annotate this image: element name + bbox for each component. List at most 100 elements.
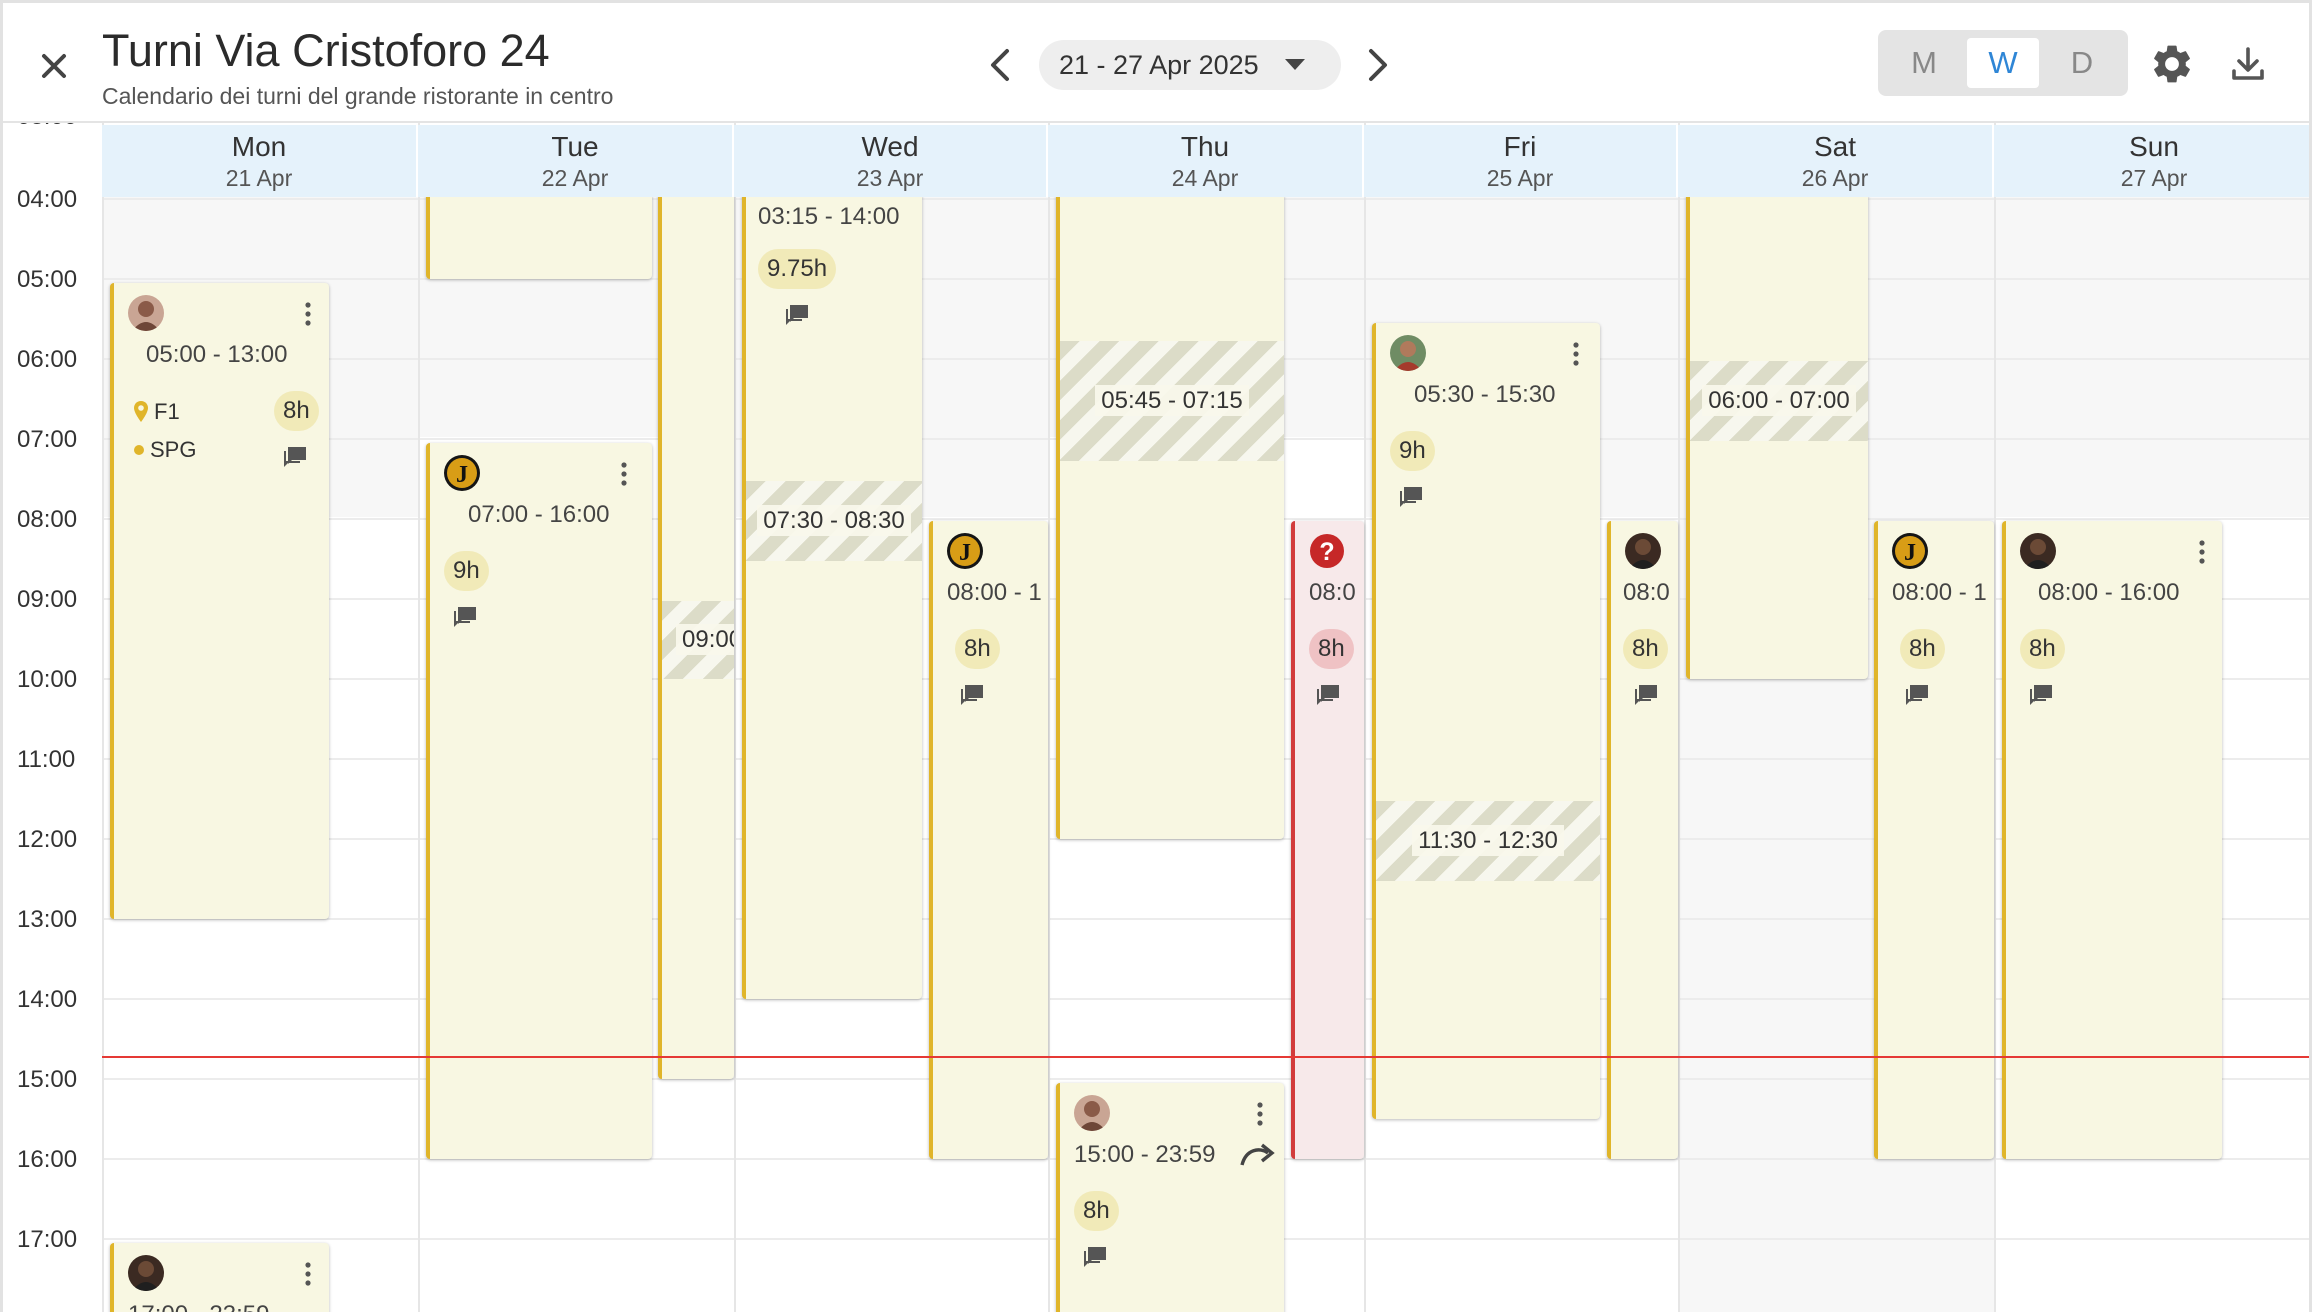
shift-card[interactable]: 15:00 - 23:59 8h [1056, 1083, 1284, 1312]
page-title: Turni Via Cristoforo 24 [102, 25, 550, 76]
break-block: 06:00 - 07:00 [1690, 361, 1868, 441]
comment-icon[interactable] [784, 301, 812, 327]
shift-time: 05:30 - 15:30 [1414, 381, 1556, 408]
hours-badge: 8h [2020, 629, 2065, 669]
hours-badge: 9.75h [758, 249, 837, 289]
shift-time: 08:0 [1309, 579, 1356, 606]
repeat-arrow-icon [1240, 1143, 1275, 1166]
day-date: 26 Apr [1801, 165, 1869, 191]
comment-icon[interactable] [2028, 681, 2056, 707]
comment-icon[interactable] [452, 603, 480, 629]
comment-icon[interactable] [1633, 681, 1661, 707]
time-label: 15:00 [17, 1066, 78, 1093]
hours-badge: 8h [1309, 629, 1354, 669]
shift-card[interactable]: 08:0 8h [1607, 521, 1678, 1159]
day-name: Mon [231, 131, 287, 162]
hours-badge: 9h [444, 551, 489, 591]
shift-time: 05:00 - 13:00 [146, 341, 288, 368]
kebab-icon[interactable] [614, 459, 634, 489]
shift-card[interactable] [1056, 193, 1284, 839]
avatar [128, 295, 164, 331]
shift-location: F1 [154, 399, 180, 424]
shift-card[interactable]: J 08:00 - 1 8h [1874, 521, 1994, 1159]
day-header-sat[interactable]: Sat 26 Apr [1678, 125, 1994, 197]
shift-time: 17:00 - 23:59 [128, 1301, 269, 1312]
time-label: 11:00 [17, 746, 76, 773]
comment-icon[interactable] [282, 443, 310, 469]
comment-icon[interactable] [1904, 681, 1932, 707]
hours-badge: 8h [955, 629, 1000, 669]
break-block: 09:00 [662, 601, 734, 679]
tag-dot [134, 445, 144, 455]
avatar [1625, 533, 1661, 569]
settings-icon[interactable] [2149, 41, 2195, 87]
day-header-thu[interactable]: Thu 24 Apr [1048, 125, 1364, 197]
break-block: 07:30 - 08:30 [746, 481, 922, 561]
day-header-wed[interactable]: Wed 23 Apr [734, 125, 1048, 197]
day-header-tue[interactable]: Tue 22 Apr [418, 125, 734, 197]
page-subtitle: Calendario dei turni del grande ristoran… [102, 83, 614, 109]
shift-card[interactable]: 03:15 - 14:00 9.75h [742, 193, 922, 999]
hours-badge: 8h [274, 391, 319, 431]
comment-icon[interactable] [959, 681, 987, 707]
shift-tag: SPG [150, 437, 197, 462]
shift-card[interactable]: 05:00 - 13:00 F1 SPG 8h [110, 283, 329, 919]
kebab-icon[interactable] [298, 299, 318, 329]
shift-card[interactable]: 08:00 - 16:00 8h [2002, 521, 2222, 1159]
time-label: 13:00 [17, 906, 78, 933]
time-label: 05:00 [17, 266, 78, 293]
shift-card[interactable]: J 08:00 - 1 8h [929, 521, 1048, 1159]
shift-time: 08:0 [1623, 579, 1670, 606]
view-week-button[interactable]: W [1967, 38, 2039, 88]
shift-card[interactable]: 05:30 - 15:30 9h [1372, 323, 1600, 1119]
time-label: 17:00 [17, 1226, 78, 1253]
top-bar: Turni Via Cristoforo 24 Calendario dei t… [3, 3, 2309, 123]
time-label: 14:00 [17, 986, 78, 1013]
day-name: Wed [861, 131, 919, 162]
close-icon[interactable] [31, 43, 77, 89]
break-block: 05:45 - 07:15 [1060, 341, 1284, 461]
shift-card[interactable]: 17:00 - 23:59 [110, 1243, 329, 1312]
svg-text:J: J [959, 540, 971, 566]
shift-card[interactable]: J 07:00 - 16:00 9h [426, 443, 652, 1159]
comment-icon[interactable] [1398, 483, 1426, 509]
hours-badge: 8h [1074, 1191, 1119, 1231]
day-header-mon[interactable]: Mon 21 Apr [102, 125, 418, 197]
kebab-icon[interactable] [1250, 1099, 1270, 1129]
shift-time: 08:00 - 16:00 [2038, 579, 2180, 606]
comment-icon[interactable] [1082, 1243, 1110, 1269]
avatar: J [444, 455, 480, 491]
day-header-sun[interactable]: Sun 27 Apr [1994, 125, 2309, 197]
kebab-icon[interactable] [1566, 339, 1586, 369]
day-name: Sat [1813, 131, 1857, 162]
chevron-left-icon[interactable] [979, 41, 1023, 89]
kebab-icon[interactable] [298, 1259, 318, 1289]
date-range-picker[interactable]: 21 - 27 Apr 2025 [1039, 40, 1341, 90]
chevron-right-icon[interactable] [1355, 41, 1399, 89]
day-name: Tue [551, 131, 599, 162]
shift-time: 15:00 - 23:59 [1074, 1141, 1216, 1168]
hours-badge: 9h [1390, 431, 1435, 471]
day-header-fri[interactable]: Fri 25 Apr [1364, 125, 1678, 197]
svg-text:?: ? [1319, 538, 1334, 566]
time-label: 09:00 [17, 586, 78, 613]
view-day-button[interactable]: D [2046, 38, 2118, 88]
download-icon[interactable] [2225, 41, 2271, 87]
time-label: 06:00 [17, 346, 78, 373]
open-shift-card[interactable]: ? 08:0 8h [1291, 521, 1364, 1159]
hours-badge: 8h [1900, 629, 1945, 669]
break-block: 11:30 - 12:30 [1376, 801, 1600, 881]
day-date: 27 Apr [2120, 165, 2188, 191]
comment-icon[interactable] [1315, 681, 1343, 707]
location-pin-icon [134, 401, 148, 422]
avatar [1390, 335, 1426, 371]
time-label: 12:00 [17, 826, 78, 853]
avatar: J [1892, 533, 1928, 569]
avatar [2020, 533, 2056, 569]
question-icon: ? [1310, 534, 1344, 568]
shift-time: 08:00 - 1 [1892, 579, 1987, 606]
kebab-icon[interactable] [2192, 537, 2212, 567]
view-month-button[interactable]: M [1888, 38, 1960, 88]
shift-card[interactable] [426, 193, 652, 279]
avatar: J [947, 533, 983, 569]
